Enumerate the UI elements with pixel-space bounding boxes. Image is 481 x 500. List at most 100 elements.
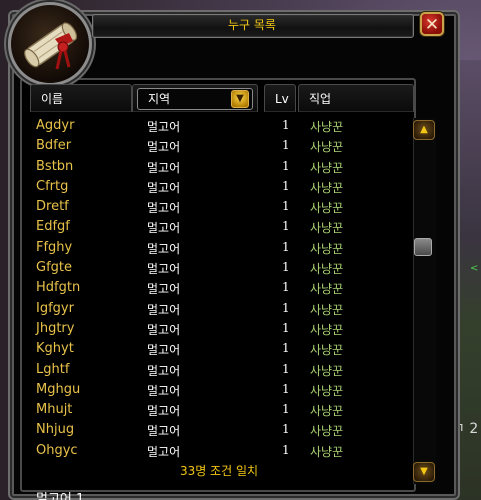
- list-item[interactable]: Nhjug 멀고어 1 사냥꾼: [30, 420, 408, 440]
- player-zone: 멀고어: [147, 262, 181, 277]
- selected-summary: 멀고어 1: [36, 492, 85, 500]
- list-item[interactable]: Edfgf 멀고어 1 사냥꾼: [30, 217, 408, 237]
- player-zone: 멀고어: [147, 363, 181, 378]
- player-zone: 멀고어: [147, 241, 181, 256]
- list-item[interactable]: Bdfer 멀고어 1 사냥꾼: [30, 136, 408, 156]
- match-count: 33명 조건 일치: [179, 464, 259, 478]
- column-class-label: 직업: [309, 92, 332, 106]
- player-name: Igfgyr: [36, 300, 74, 316]
- player-class: 사냥꾼: [310, 140, 344, 155]
- player-name: Hdfgtn: [36, 280, 81, 296]
- player-level: 1: [282, 178, 290, 193]
- zone-dropdown-label: 지역: [148, 92, 171, 106]
- list-item[interactable]: Hdfgtn 멀고어 1 사냥꾼: [30, 278, 408, 298]
- player-level: 1: [282, 260, 290, 275]
- player-zone: 멀고어: [147, 343, 181, 358]
- player-class: 사냥꾼: [310, 404, 344, 419]
- player-class: 사냥꾼: [310, 262, 344, 277]
- player-zone: 멀고어: [147, 322, 181, 337]
- player-name: Edfgf: [36, 219, 70, 235]
- list-item[interactable]: Mghgu 멀고어 1 사냥꾼: [30, 380, 408, 400]
- player-level: 1: [282, 422, 290, 437]
- player-class: 사냥꾼: [310, 383, 344, 398]
- player-name: Gfgte: [36, 260, 72, 276]
- player-name: Agdyr: [36, 118, 75, 133]
- player-zone: 멀고어: [147, 221, 181, 236]
- player-name: Jhgtry: [36, 320, 75, 336]
- player-zone: 멀고어: [147, 424, 181, 439]
- column-header-class[interactable]: 직업: [298, 84, 414, 112]
- column-header-level[interactable]: Lv: [264, 84, 296, 112]
- player-name: Cfrtg: [36, 178, 69, 194]
- player-level: 1: [282, 402, 290, 417]
- scrollbar-track[interactable]: [413, 118, 436, 484]
- player-name: Bstbn: [36, 158, 74, 174]
- player-level: 1: [282, 341, 290, 356]
- player-class: 사냥꾼: [310, 444, 344, 459]
- player-class: 사냥꾼: [310, 302, 344, 317]
- player-level: 1: [282, 280, 290, 295]
- player-level: 1: [282, 239, 290, 254]
- list-item[interactable]: Ohgyc 멀고어 1 사냥꾼: [30, 441, 408, 461]
- player-level: 1: [282, 199, 290, 214]
- player-zone: 멀고어: [147, 383, 181, 398]
- player-name: Nhjug: [36, 422, 75, 438]
- list-item[interactable]: Lghtf 멀고어 1 사냥꾼: [30, 360, 408, 380]
- player-name: Mhujt: [36, 402, 73, 418]
- player-zone: 멀고어: [147, 120, 181, 134]
- player-class: 사냥꾼: [310, 180, 344, 195]
- player-level: 1: [282, 118, 290, 132]
- list-item[interactable]: Dretf 멀고어 1 사냥꾼: [30, 197, 408, 217]
- player-zone: 멀고어: [147, 180, 181, 195]
- player-zone: 멀고어: [147, 444, 181, 459]
- player-name: Lghtf: [36, 361, 70, 377]
- list-item[interactable]: Agdyr 멀고어 1 사냥꾼: [30, 116, 408, 136]
- player-name: Ohgyc: [36, 442, 78, 458]
- list-item[interactable]: Gfgte 멀고어 1 사냥꾼: [30, 258, 408, 278]
- player-class: 사냥꾼: [310, 363, 344, 378]
- list-item[interactable]: Jhgtry 멀고어 1 사냥꾼: [30, 319, 408, 339]
- list-item[interactable]: Cfrtg 멀고어 1 사냥꾼: [30, 177, 408, 197]
- player-level: 1: [282, 219, 290, 234]
- scrollbar-thumb[interactable]: [414, 238, 432, 256]
- close-button[interactable]: ✕: [420, 12, 444, 36]
- list-item[interactable]: Mhujt 멀고어 1 사냥꾼: [30, 400, 408, 420]
- player-class: 사냥꾼: [310, 241, 344, 256]
- scroll-portrait-icon: [8, 2, 92, 86]
- player-name: Dretf: [36, 199, 69, 215]
- scroll-up-icon[interactable]: ▲: [413, 120, 435, 140]
- player-level: 1: [282, 300, 290, 315]
- player-class: 사냥꾼: [310, 221, 344, 236]
- player-class: 사냥꾼: [310, 160, 344, 175]
- column-level-label: Lv: [275, 92, 289, 106]
- game-screen: < ㄱ 2 누구 목록 ✕ 이름 지역 ▼ Lv 직업 Agdyr 멀고어 1 …: [0, 0, 481, 500]
- arrow-down-icon[interactable]: ▼: [231, 90, 249, 108]
- player-level: 1: [282, 381, 290, 396]
- player-zone: 멀고어: [147, 140, 181, 155]
- window-title: 누구 목록: [228, 18, 276, 32]
- player-name: Ffghy: [36, 239, 73, 255]
- player-name: Kghyt: [36, 341, 74, 357]
- list-item[interactable]: Igfgyr 멀고어 1 사냥꾼: [30, 299, 408, 319]
- scroll-down-icon[interactable]: ▼: [413, 462, 435, 482]
- player-class: 사냥꾼: [310, 120, 344, 134]
- player-name: Mghgu: [36, 381, 81, 397]
- player-level: 1: [282, 361, 290, 376]
- list-item[interactable]: Ffghy 멀고어 1 사냥꾼: [30, 238, 408, 258]
- player-level: 1: [282, 138, 290, 153]
- player-class: 사냥꾼: [310, 201, 344, 216]
- player-name: Bdfer: [36, 138, 72, 154]
- world-arrow-icon: <: [470, 263, 479, 274]
- player-zone: 멀고어: [147, 404, 181, 419]
- list-item[interactable]: Bstbn 멀고어 1 사냥꾼: [30, 157, 408, 177]
- player-level: 1: [282, 442, 290, 457]
- player-zone: 멀고어: [147, 201, 181, 216]
- column-header-name[interactable]: 이름: [30, 84, 132, 112]
- player-level: 1: [282, 320, 290, 335]
- list-item[interactable]: Kghyt 멀고어 1 사냥꾼: [30, 339, 408, 359]
- player-zone: 멀고어: [147, 160, 181, 175]
- player-class: 사냥꾼: [310, 343, 344, 358]
- player-class: 사냥꾼: [310, 282, 344, 297]
- player-class: 사냥꾼: [310, 322, 344, 337]
- player-zone: 멀고어: [147, 282, 181, 297]
